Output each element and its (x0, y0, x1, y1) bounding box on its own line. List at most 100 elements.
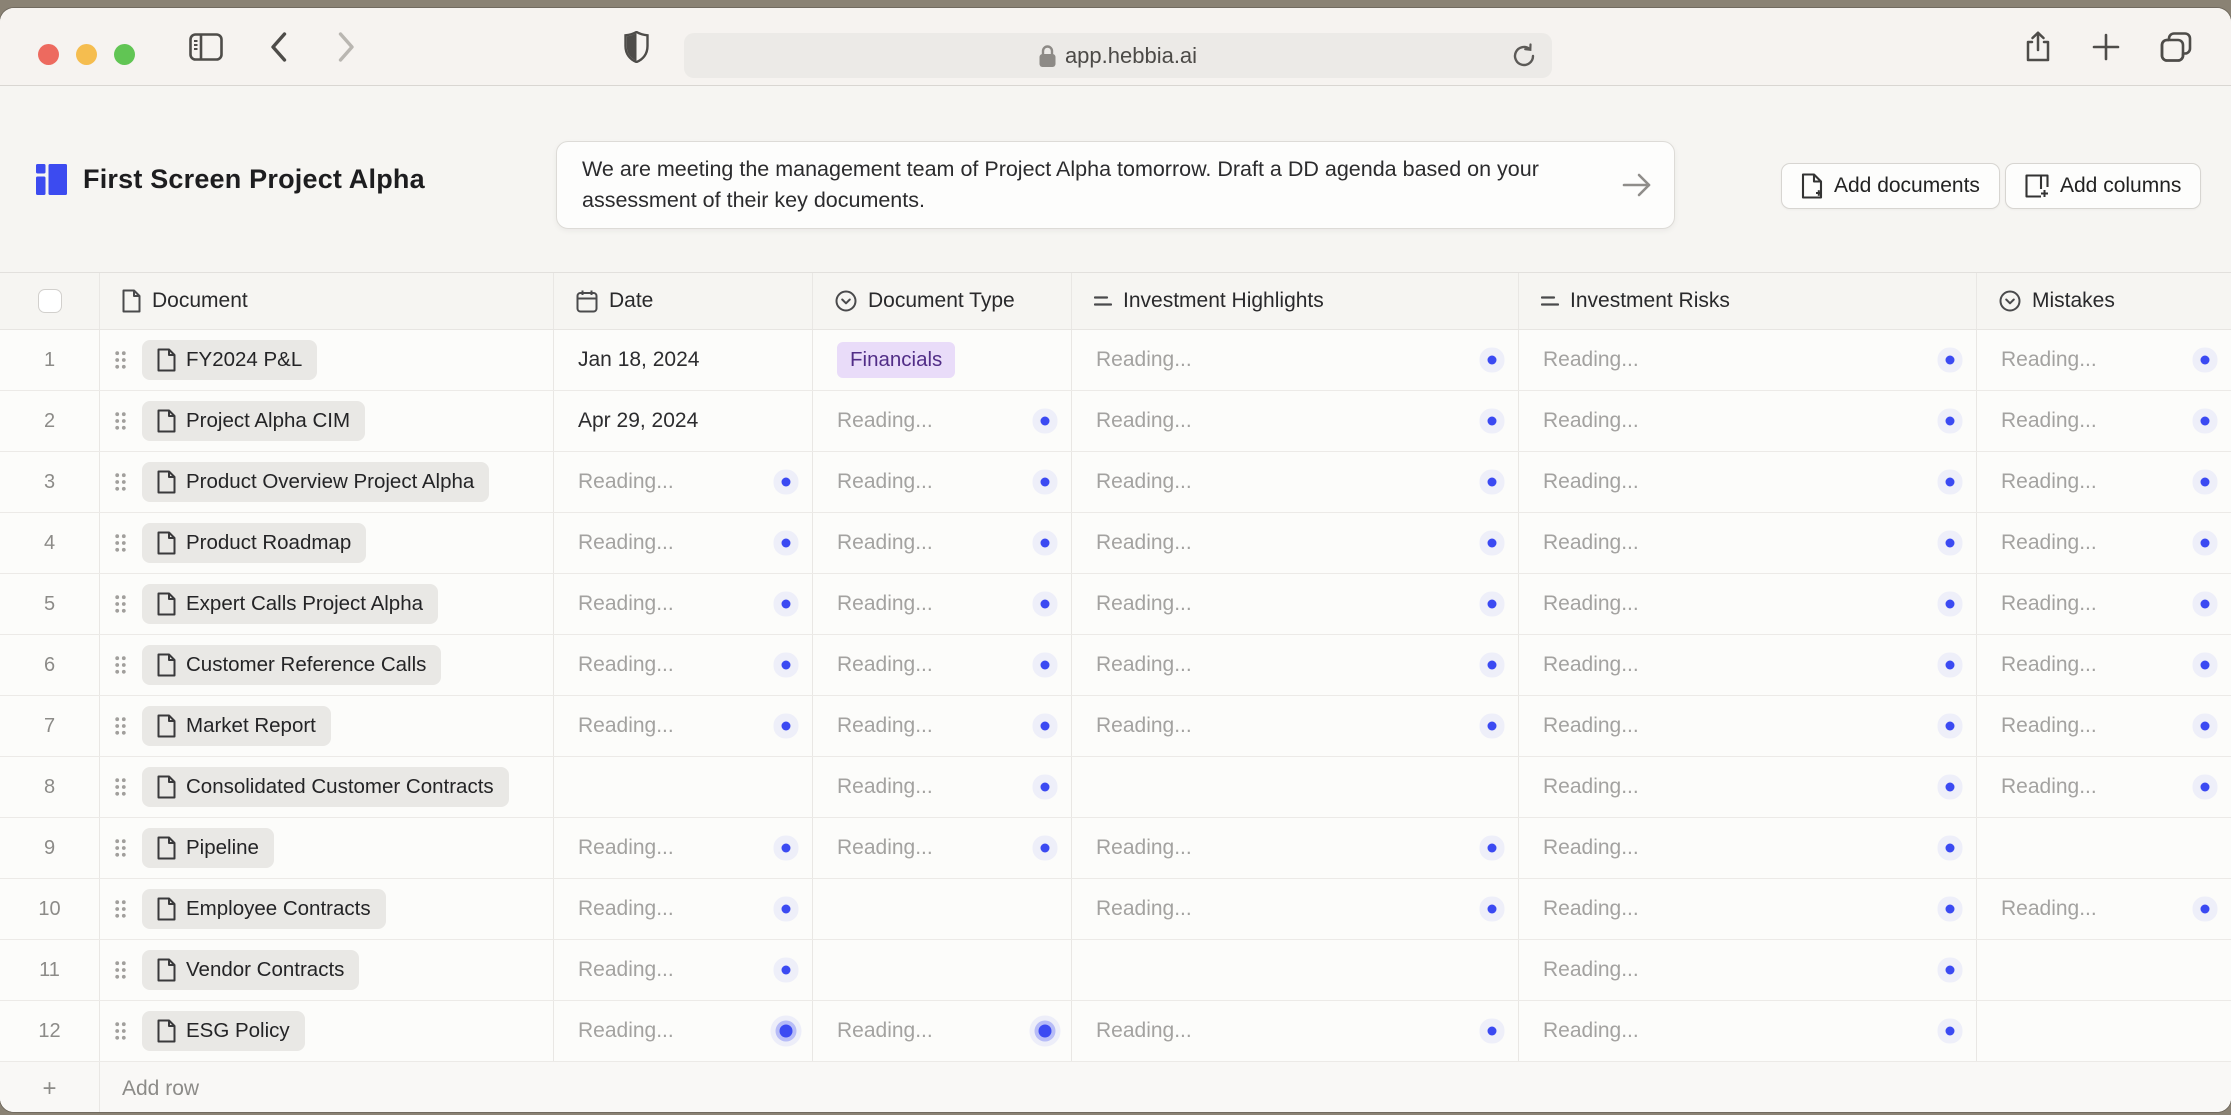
table-cell-mistakes[interactable]: Reading... (1977, 513, 2231, 573)
table-cell-mistakes[interactable]: Reading... (1977, 757, 2231, 817)
table-cell-document-type[interactable] (813, 879, 1072, 939)
table-cell-document-type[interactable]: Reading... (813, 391, 1072, 451)
document-chip[interactable]: Pipeline (142, 828, 274, 868)
table-cell-mistakes[interactable]: Reading... (1977, 391, 2231, 451)
tabs-icon[interactable] (2154, 8, 2198, 86)
table-cell-mistakes[interactable] (1977, 818, 2231, 878)
table-cell-investment-highlights[interactable] (1072, 757, 1519, 817)
table-cell-investment-risks[interactable]: Reading... (1519, 391, 1977, 451)
table-cell-investment-risks[interactable]: Reading... (1519, 818, 1977, 878)
select-all-checkbox[interactable] (38, 289, 62, 313)
table-cell-date[interactable]: Reading... (554, 940, 813, 1000)
row-number[interactable]: 7 (0, 696, 100, 756)
table-cell-investment-risks[interactable]: Reading... (1519, 1001, 1977, 1061)
table-cell-investment-risks[interactable]: Reading... (1519, 696, 1977, 756)
document-cell[interactable]: Market Report (100, 696, 554, 756)
document-cell[interactable]: FY2024 P&L (100, 330, 554, 390)
table-cell-date[interactable]: Jan 18, 2024 (554, 330, 813, 390)
add-columns-button[interactable]: Add columns (2005, 163, 2201, 209)
row-number[interactable]: 1 (0, 330, 100, 390)
document-chip[interactable]: Product Roadmap (142, 523, 366, 563)
table-cell-investment-risks[interactable]: Reading... (1519, 757, 1977, 817)
row-number[interactable]: 12 (0, 1001, 100, 1061)
row-number[interactable]: 3 (0, 452, 100, 512)
column-header-investment-risks[interactable]: Investment Risks (1519, 273, 1977, 329)
table-cell-mistakes[interactable]: Reading... (1977, 574, 2231, 634)
table-cell-mistakes[interactable] (1977, 940, 2231, 1000)
table-cell-date[interactable]: Reading... (554, 513, 813, 573)
address-bar[interactable]: app.hebbia.ai (684, 33, 1552, 78)
drag-handle-icon[interactable] (115, 351, 126, 369)
table-cell-document-type[interactable]: Reading... (813, 818, 1072, 878)
table-cell-investment-highlights[interactable]: Reading... (1072, 391, 1519, 451)
prompt-input[interactable]: We are meeting the management team of Pr… (556, 141, 1675, 229)
drag-handle-icon[interactable] (115, 656, 126, 674)
table-cell-date[interactable]: Reading... (554, 696, 813, 756)
drag-handle-icon[interactable] (115, 778, 126, 796)
document-chip[interactable]: Expert Calls Project Alpha (142, 584, 438, 624)
row-number[interactable]: 4 (0, 513, 100, 573)
table-cell-document-type[interactable]: Reading... (813, 757, 1072, 817)
column-header-date[interactable]: Date (554, 273, 813, 329)
table-cell-date[interactable]: Reading... (554, 635, 813, 695)
close-window-button[interactable] (38, 44, 59, 65)
table-cell-mistakes[interactable]: Reading... (1977, 879, 2231, 939)
row-number[interactable]: 9 (0, 818, 100, 878)
document-cell[interactable]: ESG Policy (100, 1001, 554, 1061)
table-cell-investment-highlights[interactable]: Reading... (1072, 513, 1519, 573)
drag-handle-icon[interactable] (115, 900, 126, 918)
back-icon[interactable] (258, 8, 298, 86)
table-cell-investment-highlights[interactable]: Reading... (1072, 574, 1519, 634)
table-cell-investment-highlights[interactable] (1072, 940, 1519, 1000)
table-cell-investment-highlights[interactable]: Reading... (1072, 452, 1519, 512)
table-cell-investment-risks[interactable]: Reading... (1519, 452, 1977, 512)
sidebar-icon[interactable] (186, 8, 226, 86)
document-cell[interactable]: Product Roadmap (100, 513, 554, 573)
drag-handle-icon[interactable] (115, 717, 126, 735)
table-cell-document-type[interactable]: Reading... (813, 635, 1072, 695)
table-cell-mistakes[interactable] (1977, 1001, 2231, 1061)
table-cell-mistakes[interactable]: Reading... (1977, 330, 2231, 390)
drag-handle-icon[interactable] (115, 839, 126, 857)
zoom-window-button[interactable] (114, 44, 135, 65)
table-cell-investment-risks[interactable]: Reading... (1519, 330, 1977, 390)
drag-handle-icon[interactable] (115, 534, 126, 552)
shield-icon[interactable] (616, 8, 656, 86)
row-number[interactable]: 10 (0, 879, 100, 939)
column-header-investment-highlights[interactable]: Investment Highlights (1072, 273, 1519, 329)
document-chip[interactable]: Market Report (142, 706, 331, 746)
table-cell-date[interactable]: Reading... (554, 1001, 813, 1061)
table-cell-date[interactable] (554, 757, 813, 817)
table-cell-document-type[interactable]: Reading... (813, 513, 1072, 573)
document-chip[interactable]: FY2024 P&L (142, 340, 317, 380)
table-cell-investment-risks[interactable]: Reading... (1519, 635, 1977, 695)
table-cell-date[interactable]: Reading... (554, 879, 813, 939)
table-cell-document-type[interactable]: Reading... (813, 574, 1072, 634)
column-header-document[interactable]: Document (100, 273, 554, 329)
table-cell-investment-highlights[interactable]: Reading... (1072, 635, 1519, 695)
document-chip[interactable]: Vendor Contracts (142, 950, 359, 990)
document-cell[interactable]: Vendor Contracts (100, 940, 554, 1000)
drag-handle-icon[interactable] (115, 595, 126, 613)
table-cell-investment-highlights[interactable]: Reading... (1072, 330, 1519, 390)
drag-handle-icon[interactable] (115, 473, 126, 491)
table-cell-investment-risks[interactable]: Reading... (1519, 940, 1977, 1000)
table-cell-document-type[interactable]: Reading... (813, 696, 1072, 756)
table-cell-date[interactable]: Reading... (554, 818, 813, 878)
add-row-label[interactable]: Add row (100, 1062, 2231, 1112)
add-documents-button[interactable]: Add documents (1781, 163, 2000, 209)
table-cell-date[interactable]: Reading... (554, 574, 813, 634)
document-cell[interactable]: Product Overview Project Alpha (100, 452, 554, 512)
row-number[interactable]: 11 (0, 940, 100, 1000)
table-cell-mistakes[interactable]: Reading... (1977, 696, 2231, 756)
arrow-right-icon[interactable] (1622, 172, 1652, 207)
table-cell-document-type[interactable]: Reading... (813, 452, 1072, 512)
drag-handle-icon[interactable] (115, 1022, 126, 1040)
document-chip[interactable]: ESG Policy (142, 1011, 305, 1051)
table-cell-investment-risks[interactable]: Reading... (1519, 879, 1977, 939)
document-cell[interactable]: Customer Reference Calls (100, 635, 554, 695)
document-chip[interactable]: Consolidated Customer Contracts (142, 767, 509, 807)
document-chip[interactable]: Product Overview Project Alpha (142, 462, 489, 502)
document-cell[interactable]: Project Alpha CIM (100, 391, 554, 451)
table-cell-investment-risks[interactable]: Reading... (1519, 574, 1977, 634)
